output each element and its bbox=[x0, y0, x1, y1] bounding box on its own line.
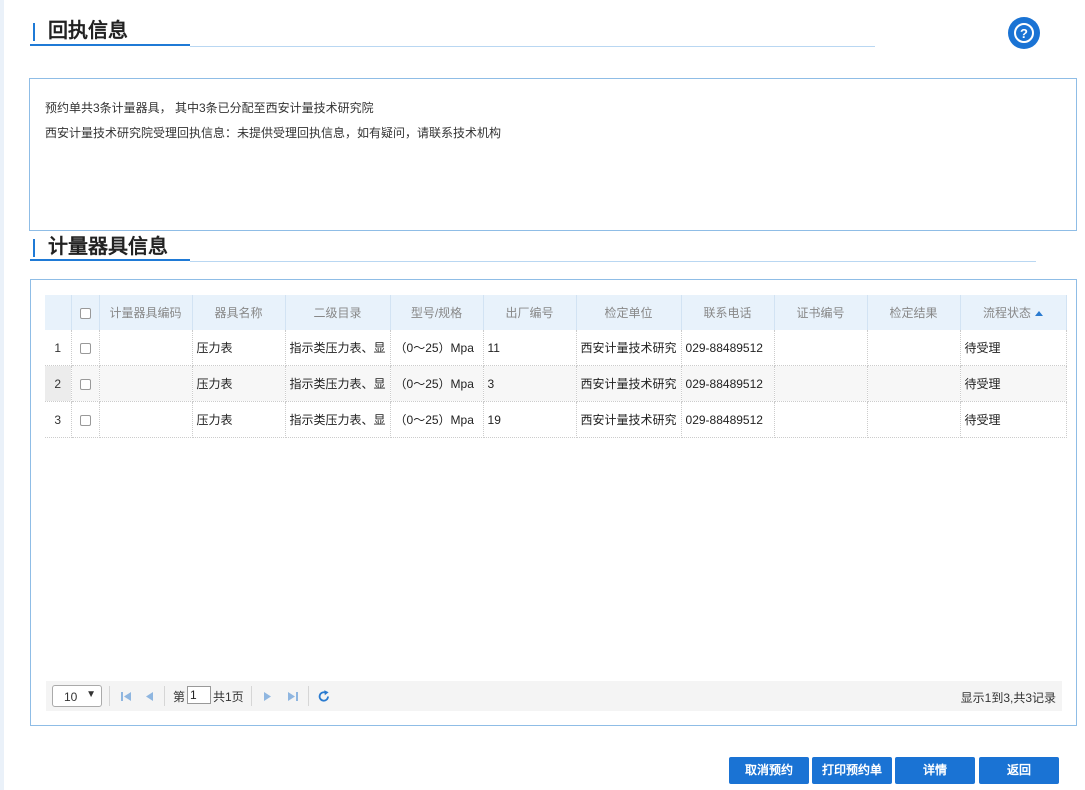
row-checkbox[interactable] bbox=[71, 330, 100, 366]
pager-summary: 显示1到3,共3记录 bbox=[960, 691, 1056, 705]
instruments-underline-accent bbox=[30, 259, 190, 261]
cell-serial: 3 bbox=[483, 365, 577, 402]
cancel-reservation-button[interactable]: 取消预约 bbox=[729, 757, 809, 784]
detail-button[interactable]: 详情 bbox=[895, 757, 975, 784]
table-row[interactable]: 1 压力表 指示类压力表、显 （0～25）Mpa 11 西安计量技术研究 029… bbox=[45, 330, 1067, 366]
cell-cert bbox=[774, 330, 868, 366]
cell-unit: 西安计量技术研究 bbox=[576, 365, 682, 402]
col-header-cert[interactable]: 证书编号 bbox=[774, 295, 868, 330]
cell-phone: 029-88489512 bbox=[681, 330, 775, 366]
print-reservation-button[interactable]: 打印预约单 bbox=[812, 757, 892, 784]
row-checkbox[interactable] bbox=[71, 365, 100, 402]
pager-divider bbox=[308, 686, 309, 706]
cell-result bbox=[867, 365, 961, 402]
help-icon[interactable]: ? bbox=[1008, 17, 1040, 49]
cell-model: （0～25）Mpa bbox=[390, 401, 484, 438]
col-header-result[interactable]: 检定结果 bbox=[867, 295, 961, 330]
cell-code bbox=[99, 365, 193, 402]
cell-status: 待受理 bbox=[960, 365, 1067, 402]
col-header-unit[interactable]: 检定单位 bbox=[576, 295, 682, 330]
col-header-status[interactable]: 流程状态 bbox=[960, 295, 1067, 330]
pager-divider bbox=[251, 686, 252, 706]
cell-name: 压力表 bbox=[192, 365, 286, 402]
cell-status: 待受理 bbox=[960, 401, 1067, 438]
page-size-select[interactable]: 10 ▼ bbox=[52, 685, 102, 707]
last-page-icon[interactable] bbox=[285, 687, 301, 705]
receipt-underline bbox=[190, 46, 875, 47]
cell-category: 指示类压力表、显 bbox=[285, 330, 391, 366]
cell-result bbox=[867, 401, 961, 438]
col-header-category[interactable]: 二级目录 bbox=[285, 295, 391, 330]
sort-ascending-icon bbox=[1035, 311, 1044, 317]
page-prefix-label: 第 bbox=[173, 690, 186, 704]
col-header-phone[interactable]: 联系电话 bbox=[681, 295, 775, 330]
refresh-icon[interactable] bbox=[316, 687, 332, 705]
cell-unit: 西安计量技术研究 bbox=[576, 401, 682, 438]
cell-category: 指示类压力表、显 bbox=[285, 365, 391, 402]
first-page-icon[interactable] bbox=[118, 687, 134, 705]
page-number-input[interactable] bbox=[187, 686, 211, 704]
cell-name: 压力表 bbox=[192, 330, 286, 366]
col-header-serial[interactable]: 出厂编号 bbox=[483, 295, 577, 330]
col-header-name[interactable]: 器具名称 bbox=[192, 295, 286, 330]
pagination-bar: 10 ▼ 第 共1页 显示1到3,共3记录 bbox=[46, 681, 1062, 711]
cell-model: （0～25）Mpa bbox=[390, 365, 484, 402]
receipt-info-box: 预约单共3条计量器具， 其中3条已分配至西安计量技术研究院 西安计量技术研究院受… bbox=[29, 78, 1077, 231]
dropdown-arrow-icon: ▼ bbox=[86, 689, 96, 700]
cell-serial: 11 bbox=[483, 330, 577, 366]
cell-cert bbox=[774, 365, 868, 402]
row-checkbox[interactable] bbox=[71, 401, 100, 438]
receipt-underline-accent bbox=[30, 44, 190, 46]
cell-category: 指示类压力表、显 bbox=[285, 401, 391, 438]
instruments-underline bbox=[190, 261, 1036, 262]
table-header-row: 计量器具编码 器具名称 二级目录 型号/规格 出厂编号 检定单位 联系电话 证书… bbox=[45, 295, 1067, 330]
col-header-code[interactable]: 计量器具编码 bbox=[99, 295, 193, 330]
row-number: 3 bbox=[45, 401, 72, 438]
section-accent-bar bbox=[33, 23, 35, 41]
receipt-line-1: 预约单共3条计量器具， 其中3条已分配至西安计量技术研究院 bbox=[45, 101, 374, 115]
table-row[interactable]: 2 压力表 指示类压力表、显 （0～25）Mpa 3 西安计量技术研究 029-… bbox=[45, 365, 1067, 402]
cell-serial: 19 bbox=[483, 401, 577, 438]
cell-code bbox=[99, 330, 193, 366]
page-total-label: 共1页 bbox=[213, 690, 244, 704]
cell-result bbox=[867, 330, 961, 366]
pager-divider bbox=[109, 686, 110, 706]
col-header-model[interactable]: 型号/规格 bbox=[390, 295, 484, 330]
row-number: 1 bbox=[45, 330, 72, 366]
cell-phone: 029-88489512 bbox=[681, 401, 775, 438]
pager-divider bbox=[164, 686, 165, 706]
receipt-line-2: 西安计量技术研究院受理回执信息：未提供受理回执信息，如有疑问，请联系技术机构 bbox=[45, 126, 502, 140]
page-size-value: 10 bbox=[64, 690, 78, 704]
cell-unit: 西安计量技术研究 bbox=[576, 330, 682, 366]
prev-page-icon[interactable] bbox=[142, 687, 158, 705]
table-row[interactable]: 3 压力表 指示类压力表、显 （0～25）Mpa 19 西安计量技术研究 029… bbox=[45, 401, 1067, 438]
back-button[interactable]: 返回 bbox=[979, 757, 1059, 784]
receipt-title: 回执信息 bbox=[48, 20, 128, 42]
instruments-title: 计量器具信息 bbox=[48, 236, 168, 258]
left-edge-strip bbox=[0, 0, 4, 790]
cell-name: 压力表 bbox=[192, 401, 286, 438]
row-number: 2 bbox=[45, 365, 72, 402]
cell-code bbox=[99, 401, 193, 438]
cell-status: 待受理 bbox=[960, 330, 1067, 366]
cell-phone: 029-88489512 bbox=[681, 365, 775, 402]
select-all-checkbox[interactable] bbox=[71, 295, 100, 330]
cell-cert bbox=[774, 401, 868, 438]
rownum-header bbox=[45, 295, 72, 330]
instruments-table: 计量器具编码 器具名称 二级目录 型号/规格 出厂编号 检定单位 联系电话 证书… bbox=[45, 295, 1067, 438]
cell-model: （0～25）Mpa bbox=[390, 330, 484, 366]
col-header-status-label: 流程状态 bbox=[983, 306, 1032, 320]
next-page-icon[interactable] bbox=[259, 687, 275, 705]
section-accent-bar bbox=[33, 239, 35, 257]
